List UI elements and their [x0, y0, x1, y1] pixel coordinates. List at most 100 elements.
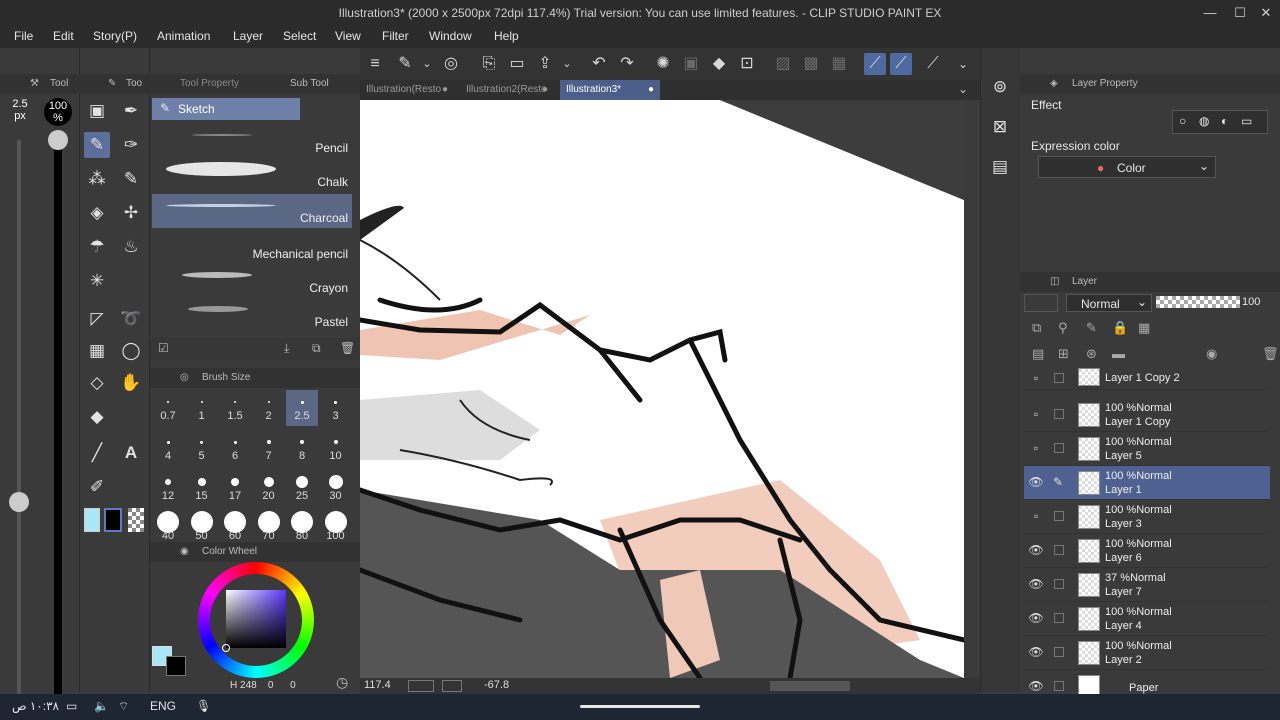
- new-vector-layer-icon[interactable]: ⊛: [1086, 346, 1097, 362]
- sparkle-icon[interactable]: ✳: [84, 268, 110, 294]
- 3d-object-icon[interactable]: ◇: [84, 370, 110, 396]
- layer-lock-toggle[interactable]: [1054, 681, 1064, 691]
- layer-lock-toggle[interactable]: [1054, 409, 1064, 419]
- eye-icon[interactable]: 👁: [1028, 679, 1044, 695]
- menu-select[interactable]: Select: [283, 29, 316, 43]
- tab-illustration[interactable]: Illustration(Resto ●: [360, 80, 452, 100]
- tab-illustration2[interactable]: Illustration2(Resto ●: [460, 80, 552, 100]
- layer-row[interactable]: ▫ Layer 1 Copy 2: [1024, 368, 1270, 390]
- layer-row[interactable]: 👁 100 %Normal Layer 2: [1024, 636, 1270, 670]
- brush-crayon[interactable]: Crayon: [152, 264, 352, 298]
- layer-row[interactable]: ▫ 100 %Normal Layer 5: [1024, 432, 1270, 466]
- ink-pen-icon[interactable]: ✑: [118, 132, 144, 158]
- menu-filter[interactable]: Filter: [382, 29, 409, 43]
- decoration-icon[interactable]: ✎: [118, 166, 144, 192]
- layer-row[interactable]: ▫ 100 %Normal Layer 1 Copy: [1024, 398, 1270, 432]
- new-raster-layer-icon[interactable]: ⊞: [1058, 346, 1069, 362]
- auto-select-icon[interactable]: ✺: [652, 53, 674, 75]
- taskbar-home-indicator[interactable]: [580, 705, 700, 708]
- fill-bucket-icon[interactable]: ◆: [84, 404, 110, 430]
- canvas-horizontal-scrollbar[interactable]: [770, 681, 850, 691]
- mask-icon[interactable]: ◉: [1206, 346, 1217, 362]
- brush-size-option[interactable]: 1: [186, 390, 218, 426]
- canvas-area[interactable]: [360, 100, 964, 678]
- eye-icon[interactable]: 👁: [1028, 543, 1044, 559]
- delete-layer-icon[interactable]: 🗑: [1262, 346, 1279, 362]
- brush-chalk[interactable]: Chalk: [152, 158, 352, 192]
- brush-size-option[interactable]: 2.5: [286, 390, 318, 426]
- brush-size-option[interactable]: 100: [320, 510, 352, 546]
- opacity-slider-handle[interactable]: [48, 130, 68, 150]
- layer-color-select[interactable]: [1024, 294, 1058, 312]
- tab-illustration3[interactable]: Illustration3* ●: [560, 80, 660, 100]
- duplicate-icon[interactable]: ⧉: [312, 341, 321, 356]
- menu-edit[interactable]: Edit: [53, 29, 74, 43]
- clip-studio-icon[interactable]: ◎: [440, 53, 462, 75]
- eraser-icon[interactable]: ◈: [84, 200, 110, 226]
- close-icon[interactable]: ✕: [1256, 4, 1276, 22]
- reference-layer-icon[interactable]: ⚲: [1058, 320, 1068, 336]
- layer-lock-toggle[interactable]: [1054, 373, 1064, 383]
- sub-color-chip[interactable]: [166, 656, 186, 676]
- layer-row[interactable]: 👁 100 %Normal Layer 6: [1024, 534, 1270, 568]
- menu-layer[interactable]: Layer: [233, 29, 263, 43]
- brush-pencil[interactable]: Pencil: [152, 124, 352, 158]
- layer-lock-toggle[interactable]: [1054, 511, 1064, 521]
- brush-size-option[interactable]: 4: [152, 430, 184, 466]
- move-icon[interactable]: ✢: [118, 200, 144, 226]
- save-icon[interactable]: ⇪: [534, 53, 556, 75]
- brush-size-option[interactable]: 7: [253, 430, 285, 466]
- transparent-color-swatch[interactable]: [128, 508, 144, 532]
- layer-row[interactable]: 👁 ✎ 100 %Normal Layer 1: [1024, 466, 1270, 500]
- layer-lock-toggle[interactable]: [1054, 579, 1064, 589]
- airbrush-icon[interactable]: ⁂: [84, 166, 110, 192]
- brush-size-option[interactable]: 50: [186, 510, 218, 546]
- effect-buttons[interactable]: ○ ◍ ◐ ▭: [1172, 110, 1268, 134]
- saturation-value-square[interactable]: [226, 590, 286, 648]
- brush-mechanical-pencil[interactable]: Mechanical pencil: [152, 230, 352, 264]
- zoom-value[interactable]: 117.4: [364, 679, 391, 691]
- chevron-down-icon[interactable]: ⌄: [952, 53, 974, 75]
- tool-tab[interactable]: Tool: [50, 74, 68, 94]
- delete-icon[interactable]: 🗑: [340, 341, 355, 355]
- menu-story[interactable]: Story(P): [93, 29, 137, 43]
- brush-size-slider-handle[interactable]: [9, 492, 29, 512]
- brush-size-option[interactable]: 1.5: [219, 390, 251, 426]
- quick-access-icon[interactable]: ✎: [394, 53, 416, 75]
- sub-tool-tab[interactable]: Sub Tool: [290, 74, 329, 94]
- new-file-icon[interactable]: ⎘: [478, 53, 500, 75]
- eye-icon[interactable]: 👁: [1028, 611, 1044, 627]
- line-tool-icon[interactable]: ╱: [84, 440, 110, 466]
- eye-icon[interactable]: 👁: [1028, 475, 1044, 491]
- sub-tool-group-sketch[interactable]: ✎ Sketch: [152, 98, 300, 120]
- brush-size-option[interactable]: 40: [152, 510, 184, 546]
- layer-color-icon[interactable]: ◐: [1221, 114, 1228, 128]
- layer-lock-toggle[interactable]: [1054, 613, 1064, 623]
- brush-size-option[interactable]: 30: [320, 470, 352, 506]
- layer-opacity-value[interactable]: 100: [1242, 296, 1260, 308]
- sub-color-swatch[interactable]: [104, 508, 122, 532]
- brush-size-option[interactable]: 20: [253, 470, 285, 506]
- brush-size-slider[interactable]: [17, 140, 21, 720]
- menu-animation[interactable]: Animation: [157, 29, 210, 43]
- layer-row[interactable]: ▫ 100 %Normal Layer 3: [1024, 500, 1270, 534]
- maximize-icon[interactable]: ☐: [1230, 4, 1250, 22]
- brush-size-option[interactable]: 6: [219, 430, 251, 466]
- microphone-icon[interactable]: 🎙: [196, 699, 211, 713]
- layer-lock-toggle[interactable]: [1054, 545, 1064, 555]
- eye-icon[interactable]: 👁: [1028, 645, 1044, 661]
- battery-icon[interactable]: ▭: [66, 699, 77, 713]
- blend-mode-select[interactable]: Normal ⌄: [1066, 294, 1152, 312]
- transform-icon[interactable]: ⊡: [736, 53, 758, 75]
- item-bank-icon[interactable]: ▤: [987, 154, 1013, 180]
- layer-row[interactable]: 👁 37 %Normal Layer 7: [1024, 568, 1270, 602]
- taskbar-language[interactable]: ENG: [150, 699, 176, 713]
- opacity-slider[interactable]: [54, 140, 62, 720]
- brush-size-option[interactable]: 2: [253, 390, 285, 426]
- pencil-tool-icon[interactable]: ✎: [84, 132, 110, 158]
- text-tool-icon[interactable]: A: [118, 440, 144, 466]
- redo-icon[interactable]: ↷: [616, 53, 638, 75]
- tool-property-tab[interactable]: Tool Property: [180, 74, 239, 94]
- pen-tool-icon[interactable]: ✒: [118, 98, 144, 124]
- undo-icon[interactable]: ↶: [588, 53, 610, 75]
